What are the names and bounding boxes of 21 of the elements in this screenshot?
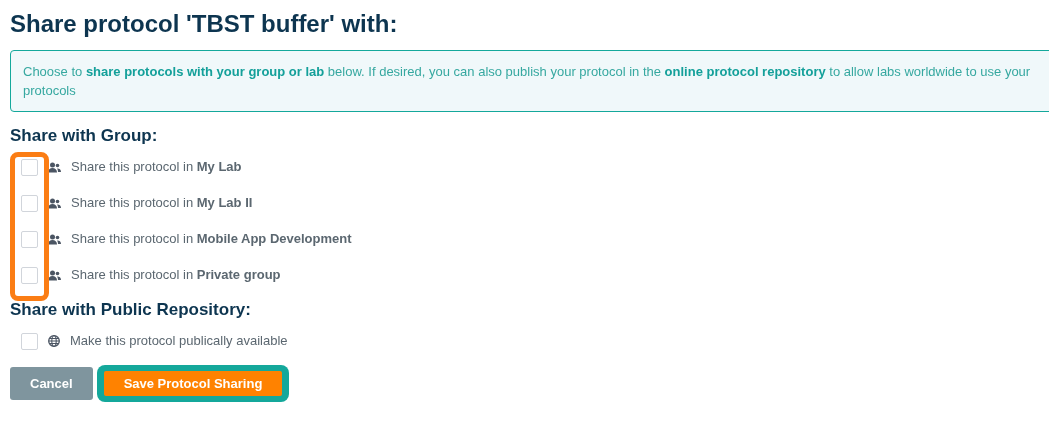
option-label: Make this protocol publically available (70, 332, 288, 351)
users-icon (48, 161, 61, 173)
globe-icon (48, 335, 60, 347)
checkbox[interactable] (21, 230, 38, 248)
page-title: Share protocol 'TBST buffer' with: (10, 9, 399, 39)
save-button[interactable]: Save Protocol Sharing (103, 371, 283, 396)
users-icon (48, 197, 61, 209)
checkbox[interactable] (21, 194, 38, 212)
checkbox[interactable] (21, 266, 38, 284)
cancel-button[interactable]: Cancel (10, 367, 93, 400)
option-label: Share this protocol in My Lab II (71, 194, 253, 213)
users-icon (48, 233, 61, 245)
section-heading: Share with Group: (10, 125, 159, 147)
info-box: Choose to share protocols with your group or lab below. If desired, you can also publish your protocol in the online protocol repository to allow labs worldwide to use your protocols (10, 50, 1049, 112)
checkbox[interactable] (21, 158, 38, 176)
checkbox[interactable] (21, 332, 38, 350)
option-label: Share this protocol in My Lab (71, 158, 242, 177)
users-icon (48, 269, 61, 281)
option-label: Share this protocol in Private group (71, 266, 281, 285)
option-label: Share this protocol in Mobile App Development (71, 230, 352, 249)
section-heading: Share with Public Repository: (10, 299, 252, 321)
